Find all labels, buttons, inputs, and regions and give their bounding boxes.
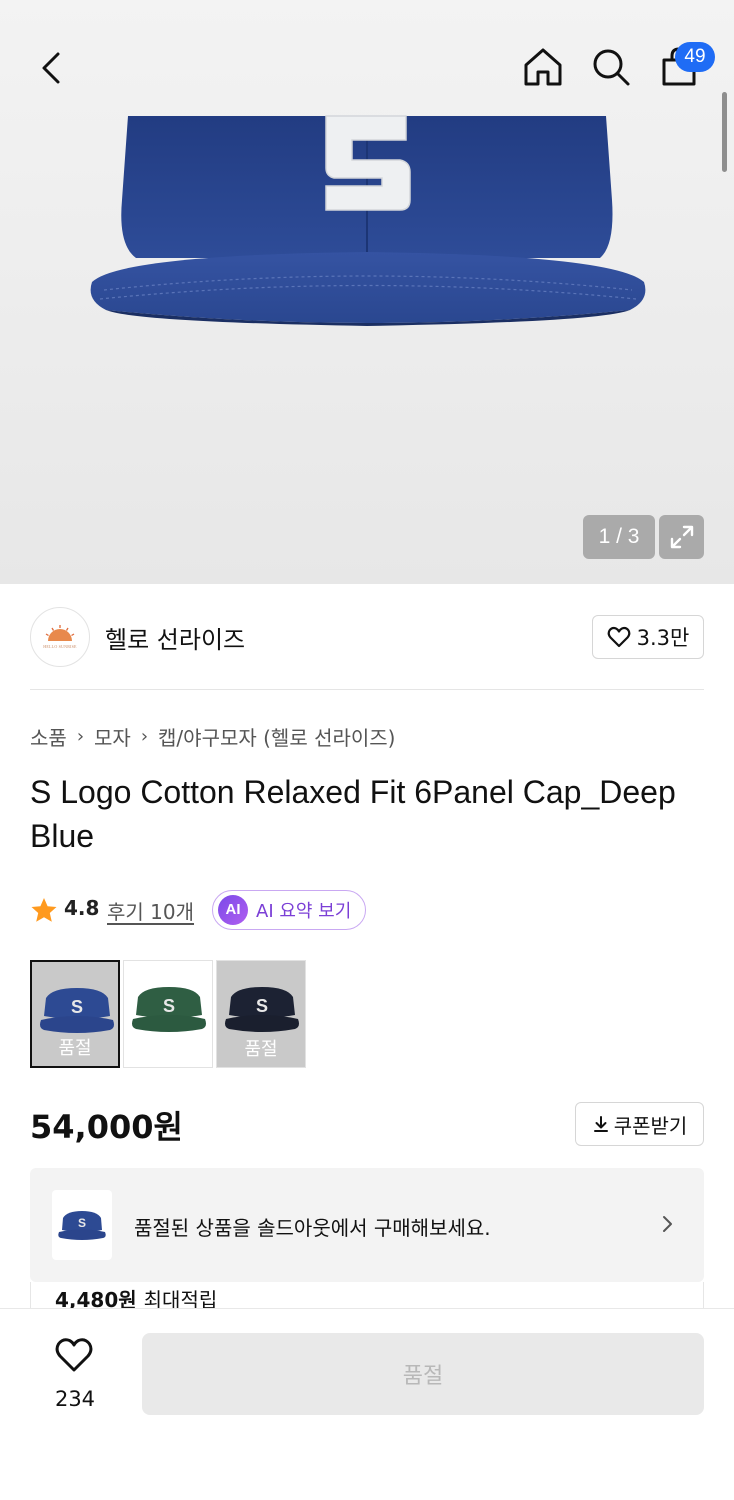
divider bbox=[30, 689, 704, 690]
breadcrumb: 소품 › 모자 › 캡/야구모자 (헬로 선라이즈) bbox=[30, 722, 396, 751]
brand-like-count: 3.3만 bbox=[636, 626, 690, 650]
banner-product-thumbnail: S bbox=[52, 1190, 112, 1260]
soldout-market-banner[interactable]: S 품절된 상품을 솔드아웃에서 구매해보세요. bbox=[30, 1168, 704, 1282]
svg-text:S: S bbox=[71, 997, 83, 1017]
review-count-link[interactable]: 후기 10개 bbox=[107, 896, 194, 925]
coupon-label: 쿠폰받기 bbox=[613, 1113, 688, 1138]
scrollbar[interactable] bbox=[722, 92, 727, 172]
buy-button-disabled[interactable]: 품절 bbox=[142, 1333, 704, 1415]
heart-outline-icon bbox=[55, 1338, 93, 1372]
soldout-label: 품절 bbox=[58, 1038, 92, 1059]
expand-image-button[interactable] bbox=[659, 515, 704, 559]
ai-summary-button[interactable]: AI AI 요약 보기 bbox=[212, 890, 366, 930]
chevron-right-icon bbox=[663, 1216, 672, 1232]
rating-value: 4.8 bbox=[64, 896, 100, 920]
home-icon[interactable] bbox=[520, 44, 566, 90]
soldout-label: 품절 bbox=[244, 1039, 278, 1060]
color-option-navy[interactable]: S 품절 bbox=[216, 960, 306, 1068]
image-page-indicator: 1 / 3 bbox=[583, 515, 655, 559]
star-icon bbox=[31, 898, 57, 922]
ai-summary-label: AI 요약 보기 bbox=[256, 901, 352, 922]
brand-like-button[interactable]: 3.3만 bbox=[592, 615, 704, 659]
svg-text:S: S bbox=[163, 996, 175, 1016]
expand-icon bbox=[670, 525, 693, 549]
bottom-action-bar: 234 품절 bbox=[0, 1308, 734, 1500]
svg-text:S: S bbox=[256, 996, 268, 1016]
download-icon bbox=[593, 1116, 608, 1132]
sunrise-logo-icon bbox=[45, 625, 75, 641]
product-price: 54,000원 bbox=[30, 1108, 183, 1146]
ai-badge-icon: AI bbox=[218, 895, 248, 925]
breadcrumb-item-category[interactable]: 소품 bbox=[30, 722, 67, 751]
brand-logo[interactable]: HELLO SUNRISE bbox=[30, 607, 90, 667]
brand-logo-text: HELLO SUNRISE bbox=[43, 644, 77, 649]
color-option-deep-blue[interactable]: S 품절 bbox=[30, 960, 120, 1068]
wishlist-count: 234 bbox=[54, 1387, 96, 1411]
color-option-green[interactable]: S bbox=[123, 960, 213, 1068]
chevron-left-icon[interactable] bbox=[30, 46, 74, 90]
search-icon[interactable] bbox=[588, 44, 634, 90]
cart-count-badge: 49 bbox=[675, 42, 715, 72]
breadcrumb-item-subcategory[interactable]: 모자 bbox=[94, 722, 131, 751]
breadcrumb-item-detail[interactable]: 캡/야구모자 (헬로 선라이즈) bbox=[158, 722, 395, 751]
cap-thumbnail-image: S bbox=[132, 987, 206, 1032]
chevron-right-icon: › bbox=[76, 726, 85, 747]
brand-name[interactable]: 헬로 선라이즈 bbox=[105, 620, 245, 655]
product-image-gallery[interactable]: 49 1 / 3 bbox=[0, 0, 734, 584]
heart-outline-icon bbox=[607, 626, 631, 648]
soldout-banner-text: 품절된 상품을 솔드아웃에서 구매해보세요. bbox=[134, 1216, 491, 1240]
svg-text:S: S bbox=[78, 1216, 86, 1230]
product-title: S Logo Cotton Relaxed Fit 6Panel Cap_Dee… bbox=[30, 774, 676, 854]
coupon-download-button[interactable]: 쿠폰받기 bbox=[575, 1102, 704, 1146]
chevron-right-icon: › bbox=[140, 726, 149, 747]
wishlist-button[interactable]: 234 bbox=[40, 1333, 110, 1413]
